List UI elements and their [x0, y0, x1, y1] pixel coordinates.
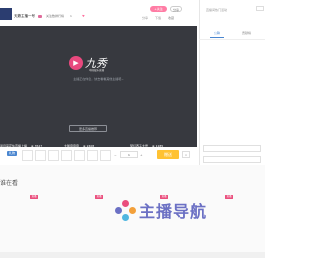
gift-slot[interactable]: [22, 150, 33, 161]
live-tag: 直播: [225, 195, 233, 199]
plus-icon[interactable]: +: [140, 153, 143, 157]
sidebar-title: 直播间热门活动: [206, 8, 228, 12]
anchor-name: 天籁主播一号: [14, 14, 35, 18]
download-link[interactable]: 下载: [155, 16, 161, 20]
gift-slot[interactable]: [87, 150, 98, 161]
more-recommend-button[interactable]: 更多直播推荐: [69, 125, 107, 132]
follow-button[interactable]: +关注: [150, 6, 167, 12]
live-tag: 直播: [95, 195, 103, 199]
watermark-logo-icon: [115, 200, 137, 222]
gift-slot[interactable]: [100, 150, 111, 161]
heart-icon[interactable]: ♥: [82, 14, 85, 18]
footer-bar: [0, 252, 265, 258]
anchor-avatar[interactable]: [0, 8, 12, 20]
active-tab-indicator: [210, 37, 224, 38]
play-icon: ▶: [69, 56, 83, 70]
anchor-level-badge: [38, 15, 42, 18]
rank-value: 1: [70, 14, 72, 18]
collect-link[interactable]: 收藏: [168, 16, 174, 20]
send-gift-button[interactable]: 赠送: [157, 150, 179, 159]
section-title: 谁在看: [0, 180, 19, 187]
room-header: [0, 0, 200, 26]
sidebar-toggle[interactable]: [256, 6, 264, 11]
gift-slot[interactable]: [74, 150, 85, 161]
share-links: 分享 下载 收藏: [142, 16, 180, 20]
gift-tab[interactable]: 礼物: [7, 151, 17, 156]
share-link[interactable]: 分享: [142, 16, 148, 20]
gift-quantity-input[interactable]: 1: [120, 151, 138, 158]
minus-icon[interactable]: −: [114, 153, 117, 157]
jiuxiu-logo: ▶ 九秀 中国娱乐直播: [69, 56, 119, 73]
logo-subtitle: 中国娱乐直播: [89, 69, 105, 72]
watermark-text: 主播导航: [139, 202, 208, 221]
share-button[interactable]: 分享: [170, 6, 182, 12]
tab-contribution[interactable]: 贡献榜: [242, 31, 251, 35]
tab-public-chat[interactable]: 公聊: [214, 31, 220, 35]
chat-input[interactable]: [203, 145, 261, 152]
fans-rank-link[interactable]: 关注数排行榜: [46, 14, 64, 18]
gift-slot[interactable]: [61, 150, 72, 161]
gift-slot[interactable]: [35, 150, 46, 161]
sidebar-divider: [199, 39, 265, 40]
offline-hint: 主播正在休息，快去看看其他主播吧~: [73, 77, 124, 81]
gift-slot[interactable]: [48, 150, 59, 161]
video-player[interactable]: ▶ 九秀 中国娱乐直播 主播正在休息，快去看看其他主播吧~ 蓝月亮花仙直播上播 …: [0, 26, 197, 148]
close-icon[interactable]: ×: [182, 151, 190, 158]
live-tag: 直播: [30, 195, 38, 199]
chat-send-row[interactable]: [203, 156, 261, 163]
